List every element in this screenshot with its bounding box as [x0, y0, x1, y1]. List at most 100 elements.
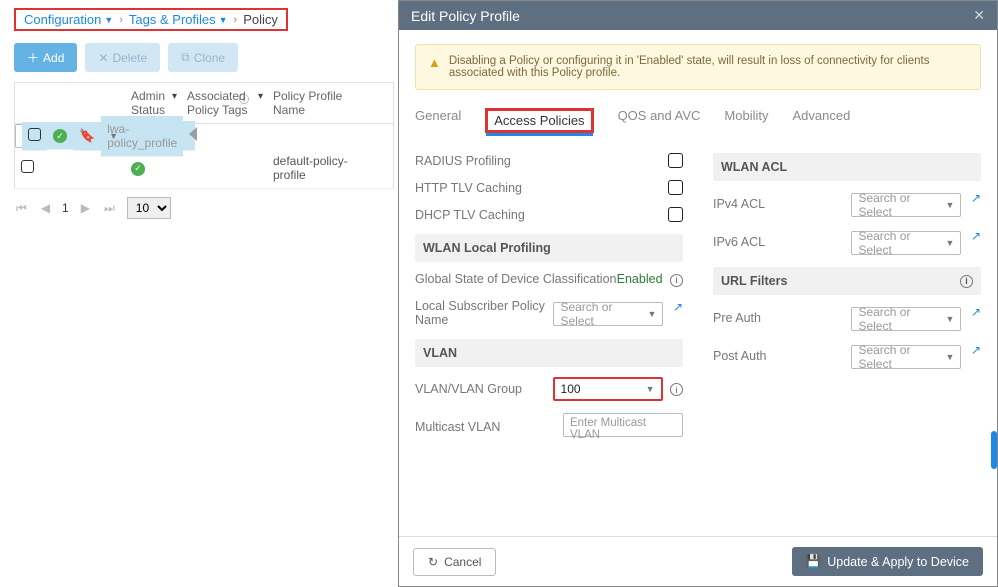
tab-bar: General Access Policies QOS and AVC Mobi…: [415, 108, 981, 133]
chevron-right-icon: ›: [234, 14, 238, 26]
info-icon[interactable]: i: [670, 274, 683, 287]
label-global-state: Global State of Device Classification: [415, 272, 617, 286]
http-tlv-checkbox[interactable]: [668, 180, 683, 195]
row-vlan-group: VLAN/VLAN Group 100 i: [415, 371, 683, 407]
save-icon: 💾: [806, 554, 822, 569]
section-vlan: VLAN: [415, 339, 683, 367]
goto-icon[interactable]: ↗: [673, 300, 683, 314]
warning-text: Disabling a Policy or configuring it in …: [449, 55, 968, 79]
delete-button[interactable]: ✕ Delete: [85, 43, 160, 72]
row-checkbox[interactable]: [21, 160, 34, 173]
cancel-button[interactable]: ↻ Cancel: [413, 548, 496, 576]
ipv4-acl-select[interactable]: Search or Select: [851, 193, 961, 217]
vlan-group-select[interactable]: 100: [553, 377, 663, 401]
pager-page: 1: [62, 201, 69, 215]
col-assoc-tags[interactable]: Associated Policy Tags ⓘ ▾: [181, 83, 267, 124]
breadcrumb-configuration[interactable]: Configuration: [24, 12, 101, 27]
tab-advanced[interactable]: Advanced: [793, 108, 851, 133]
section-url-filters: URL Filters i: [713, 267, 981, 295]
pager: ⏮ ◀ 1 ▶ ⏭ 10: [14, 197, 394, 219]
scrollbar-thumb[interactable]: [991, 431, 997, 469]
label-vlan-group: VLAN/VLAN Group: [415, 382, 553, 396]
row-ipv4-acl: IPv4 ACL Search or Select ↗: [713, 185, 981, 223]
plus-icon: ＋: [27, 49, 39, 66]
radius-profiling-checkbox[interactable]: [668, 153, 683, 168]
policy-list-pane: Configuration ▼ › Tags & Profiles ▼ › Po…: [0, 0, 398, 587]
copy-icon: ⧉: [181, 50, 190, 65]
status-enabled-icon: ✓: [53, 129, 67, 143]
close-icon[interactable]: ✕: [973, 7, 985, 24]
breadcrumb-tags-profiles[interactable]: Tags & Profiles: [129, 12, 216, 27]
pager-last[interactable]: ⏭: [102, 201, 117, 216]
row-radius-profiling: RADIUS Profiling: [415, 147, 683, 174]
label-dhcp-tlv: DHCP TLV Caching: [415, 208, 668, 222]
tab-mobility[interactable]: Mobility: [724, 108, 768, 133]
col-profile-name[interactable]: Policy Profile Name: [267, 83, 380, 124]
edit-policy-modal: Edit Policy Profile ✕ ▲ Disabling a Poli…: [398, 0, 998, 587]
clone-label: Clone: [194, 51, 225, 65]
form-right-column: WLAN ACL IPv4 ACL Search or Select ↗ IPv…: [713, 147, 981, 447]
goto-icon[interactable]: ↗: [971, 229, 981, 243]
label-ipv4-acl: IPv4 ACL: [713, 197, 851, 211]
row-multicast-vlan: Multicast VLAN Enter Multicast VLAN: [415, 407, 683, 447]
tab-general[interactable]: General: [415, 108, 461, 133]
policy-table: Admin Status ▾ Associated Policy Tags ⓘ …: [14, 82, 394, 189]
tab-access-policies[interactable]: Access Policies: [485, 108, 593, 133]
filter-icon[interactable]: ▾: [258, 91, 263, 102]
pager-size-select[interactable]: 10: [127, 197, 171, 219]
list-toolbar: ＋ Add ✕ Delete ⧉ Clone: [14, 43, 394, 72]
label-http-tlv: HTTP TLV Caching: [415, 181, 668, 195]
x-icon: ✕: [98, 51, 108, 65]
table-row[interactable]: ✓ default-policy-profile: [15, 148, 394, 189]
undo-icon: ↻: [428, 555, 438, 569]
caret-icon: ▼: [219, 15, 228, 25]
chevron-right-icon: ›: [119, 14, 123, 26]
filter-icon[interactable]: ▾: [172, 91, 177, 102]
profile-name-cell[interactable]: default-policy-profile: [267, 148, 380, 189]
label-pre-auth: Pre Auth: [713, 311, 851, 325]
info-icon[interactable]: ⓘ: [239, 91, 249, 106]
profile-name-cell[interactable]: lwa-policy_profile: [101, 116, 183, 157]
url-filters-label: URL Filters: [721, 274, 787, 288]
tag-icon[interactable]: 🔖: [79, 128, 95, 143]
row-post-auth: Post Auth Search or Select ↗: [713, 337, 981, 375]
apply-label: Update & Apply to Device: [827, 555, 969, 569]
goto-icon[interactable]: ↗: [971, 191, 981, 205]
label-radius-profiling: RADIUS Profiling: [415, 154, 668, 168]
status-enabled-icon: ✓: [131, 162, 145, 176]
row-selected-arrow-icon: [189, 127, 197, 141]
breadcrumb: Configuration ▼ › Tags & Profiles ▼ › Po…: [14, 8, 288, 31]
pager-next[interactable]: ▶: [79, 201, 92, 215]
pager-first[interactable]: ⏮: [14, 201, 29, 216]
modal-body: ▲ Disabling a Policy or configuring it i…: [399, 30, 997, 536]
post-auth-select[interactable]: Search or Select: [851, 345, 961, 369]
ipv6-acl-select[interactable]: Search or Select: [851, 231, 961, 255]
section-wlan-local-profiling: WLAN Local Profiling: [415, 234, 683, 262]
apply-button[interactable]: 💾 Update & Apply to Device: [792, 547, 983, 576]
row-http-tlv: HTTP TLV Caching: [415, 174, 683, 201]
add-button[interactable]: ＋ Add: [14, 43, 77, 72]
info-icon[interactable]: i: [670, 383, 683, 396]
label-ipv6-acl: IPv6 ACL: [713, 235, 851, 249]
multicast-vlan-input[interactable]: Enter Multicast VLAN: [563, 413, 683, 437]
tab-qos[interactable]: QOS and AVC: [618, 108, 701, 133]
cancel-label: Cancel: [444, 555, 481, 569]
pager-prev[interactable]: ◀: [39, 201, 52, 215]
table-row[interactable]: ✓ 🔖 lwa-policy_profile: [15, 124, 125, 148]
row-checkbox[interactable]: [28, 128, 41, 141]
clone-button[interactable]: ⧉ Clone: [168, 43, 238, 72]
goto-icon[interactable]: ↗: [971, 305, 981, 319]
pre-auth-select[interactable]: Search or Select: [851, 307, 961, 331]
row-lspn: Local Subscriber Policy Name Search or S…: [415, 293, 683, 333]
modal-footer: ↻ Cancel 💾 Update & Apply to Device: [399, 536, 997, 586]
goto-icon[interactable]: ↗: [971, 343, 981, 357]
add-label: Add: [43, 51, 64, 65]
delete-label: Delete: [112, 51, 147, 65]
info-icon[interactable]: i: [960, 275, 973, 288]
col-arrow: [380, 83, 394, 124]
row-global-state: Global State of Device Classification En…: [415, 266, 683, 293]
label-lspn: Local Subscriber Policy Name: [415, 299, 553, 327]
dhcp-tlv-checkbox[interactable]: [668, 207, 683, 222]
label-post-auth: Post Auth: [713, 349, 851, 363]
lspn-select[interactable]: Search or Select: [553, 302, 663, 326]
